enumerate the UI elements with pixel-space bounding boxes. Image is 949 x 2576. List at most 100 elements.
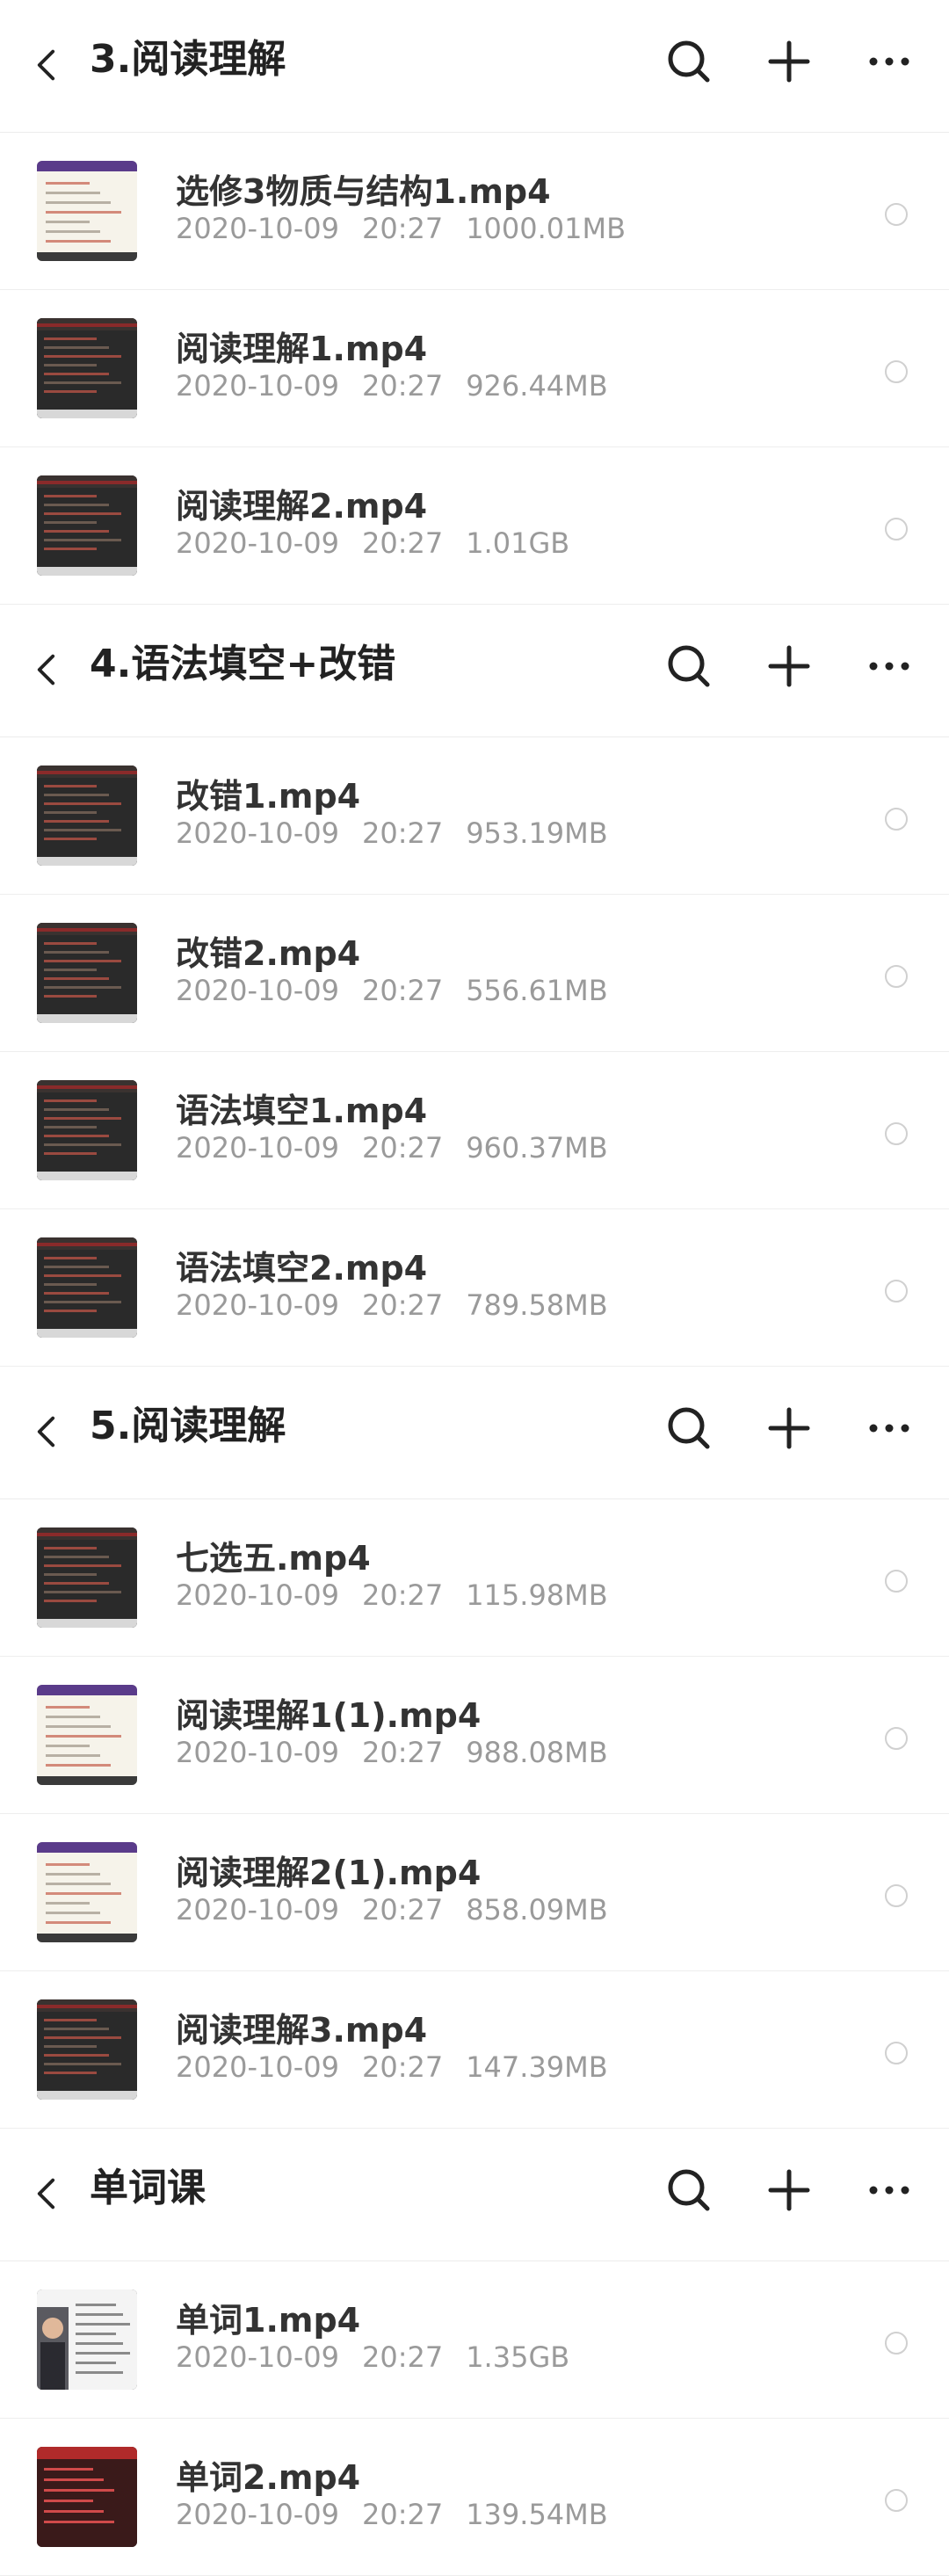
folder-section: 单词课 单词1.mp4 2020-10-09 20:27 1.35GB 单词2.mp4 20… bbox=[0, 2129, 949, 2576]
file-size: 953.19MB bbox=[466, 816, 608, 850]
file-name: 改错2.mp4 bbox=[176, 934, 361, 973]
video-thumbnail bbox=[37, 1080, 137, 1180]
radio-circle-icon[interactable] bbox=[885, 1884, 908, 1907]
file-meta: 2020-10-09 20:27 953.19MB bbox=[176, 816, 631, 850]
file-time: 20:27 bbox=[361, 1578, 444, 1612]
file-meta: 2020-10-09 20:27 858.09MB bbox=[176, 1893, 631, 1927]
file-name: 阅读理解2.mp4 bbox=[176, 487, 428, 526]
file-date: 2020-10-09 bbox=[176, 1736, 339, 1769]
file-name: 七选五.mp4 bbox=[176, 1539, 371, 1578]
chevron-left-icon[interactable] bbox=[30, 643, 65, 696]
search-icon[interactable] bbox=[663, 1402, 715, 1455]
radio-circle-icon[interactable] bbox=[885, 360, 908, 383]
more-dots-icon[interactable] bbox=[863, 35, 916, 88]
file-row[interactable]: 改错1.mp4 2020-10-09 20:27 953.19MB bbox=[0, 737, 949, 895]
folder-header-bar: 单词课 bbox=[0, 2129, 949, 2261]
file-time: 20:27 bbox=[361, 2050, 444, 2084]
file-name: 阅读理解3.mp4 bbox=[176, 2011, 428, 2050]
file-time: 20:27 bbox=[361, 1736, 444, 1769]
file-row[interactable]: 阅读理解3.mp4 2020-10-09 20:27 147.39MB bbox=[0, 1971, 949, 2129]
file-size: 926.44MB bbox=[466, 369, 608, 403]
file-row[interactable]: 阅读理解1.mp4 2020-10-09 20:27 926.44MB bbox=[0, 290, 949, 447]
folder-title: 5.阅读理解 bbox=[90, 1404, 286, 1448]
file-meta: 2020-10-09 20:27 139.54MB bbox=[176, 2498, 631, 2531]
video-thumbnail bbox=[37, 318, 137, 418]
file-date: 2020-10-09 bbox=[176, 2340, 339, 2374]
radio-circle-icon[interactable] bbox=[885, 2332, 908, 2355]
file-row[interactable]: 语法填空1.mp4 2020-10-09 20:27 960.37MB bbox=[0, 1052, 949, 1209]
radio-circle-icon[interactable] bbox=[885, 1570, 908, 1593]
file-row[interactable]: 选修3物质与结构1.mp4 2020-10-09 20:27 1000.01MB bbox=[0, 133, 949, 290]
file-date: 2020-10-09 bbox=[176, 816, 339, 850]
search-icon[interactable] bbox=[663, 2164, 715, 2217]
radio-circle-icon[interactable] bbox=[885, 1122, 908, 1145]
file-date: 2020-10-09 bbox=[176, 2498, 339, 2531]
video-thumbnail bbox=[37, 1237, 137, 1338]
file-date: 2020-10-09 bbox=[176, 526, 339, 560]
plus-icon[interactable] bbox=[763, 2164, 815, 2217]
file-row[interactable]: 单词2.mp4 2020-10-09 20:27 139.54MB bbox=[0, 2419, 949, 2576]
file-row[interactable]: 改错2.mp4 2020-10-09 20:27 556.61MB bbox=[0, 895, 949, 1052]
radio-circle-icon[interactable] bbox=[885, 808, 908, 831]
file-time: 20:27 bbox=[361, 1131, 444, 1165]
video-thumbnail bbox=[37, 161, 137, 261]
chevron-left-icon[interactable] bbox=[30, 2167, 65, 2220]
file-meta: 2020-10-09 20:27 1.35GB bbox=[176, 2340, 592, 2374]
more-dots-icon[interactable] bbox=[863, 640, 916, 693]
plus-icon[interactable] bbox=[763, 35, 815, 88]
file-size: 115.98MB bbox=[466, 1578, 608, 1612]
more-dots-icon[interactable] bbox=[863, 2164, 916, 2217]
search-icon[interactable] bbox=[663, 640, 715, 693]
file-meta: 2020-10-09 20:27 789.58MB bbox=[176, 1288, 631, 1322]
file-row[interactable]: 阅读理解2(1).mp4 2020-10-09 20:27 858.09MB bbox=[0, 1814, 949, 1971]
file-name: 单词1.mp4 bbox=[176, 2301, 361, 2340]
radio-circle-icon[interactable] bbox=[885, 2042, 908, 2064]
radio-circle-icon[interactable] bbox=[885, 1280, 908, 1303]
plus-icon[interactable] bbox=[763, 640, 815, 693]
file-size: 1000.01MB bbox=[466, 212, 627, 245]
file-date: 2020-10-09 bbox=[176, 1578, 339, 1612]
video-thumbnail bbox=[37, 2289, 137, 2390]
plus-icon[interactable] bbox=[763, 1402, 815, 1455]
file-meta: 2020-10-09 20:27 1000.01MB bbox=[176, 212, 648, 245]
folder-header-bar: 4.语法填空+改错 bbox=[0, 605, 949, 737]
file-size: 556.61MB bbox=[466, 974, 608, 1007]
search-icon[interactable] bbox=[663, 35, 715, 88]
file-time: 20:27 bbox=[361, 974, 444, 1007]
file-date: 2020-10-09 bbox=[176, 369, 339, 403]
file-date: 2020-10-09 bbox=[176, 1131, 339, 1165]
file-meta: 2020-10-09 20:27 147.39MB bbox=[176, 2050, 631, 2084]
folder-section: 3.阅读理解 选修3物质与结构1.mp4 2020-10-09 20:27 1000.0… bbox=[0, 0, 949, 605]
more-dots-icon[interactable] bbox=[863, 1402, 916, 1455]
file-row[interactable]: 七选五.mp4 2020-10-09 20:27 115.98MB bbox=[0, 1499, 949, 1657]
file-row[interactable]: 单词1.mp4 2020-10-09 20:27 1.35GB bbox=[0, 2261, 949, 2419]
file-meta: 2020-10-09 20:27 926.44MB bbox=[176, 369, 631, 403]
radio-circle-icon[interactable] bbox=[885, 518, 908, 541]
chevron-left-icon[interactable] bbox=[30, 1405, 65, 1458]
video-thumbnail bbox=[37, 766, 137, 866]
file-time: 20:27 bbox=[361, 2340, 444, 2374]
file-list: 改错1.mp4 2020-10-09 20:27 953.19MB 改错2.mp4 202… bbox=[0, 737, 949, 1367]
file-size: 789.58MB bbox=[466, 1288, 608, 1322]
file-row[interactable]: 语法填空2.mp4 2020-10-09 20:27 789.58MB bbox=[0, 1209, 949, 1367]
radio-circle-icon[interactable] bbox=[885, 1727, 908, 1750]
radio-circle-icon[interactable] bbox=[885, 2489, 908, 2512]
file-size: 960.37MB bbox=[466, 1131, 608, 1165]
folder-header-bar: 3.阅读理解 bbox=[0, 0, 949, 133]
video-thumbnail bbox=[37, 923, 137, 1023]
file-name: 阅读理解1.mp4 bbox=[176, 330, 428, 368]
folder-header-bar: 5.阅读理解 bbox=[0, 1367, 949, 1499]
radio-circle-icon[interactable] bbox=[885, 203, 908, 226]
video-thumbnail bbox=[37, 475, 137, 576]
file-list: 单词1.mp4 2020-10-09 20:27 1.35GB 单词2.mp4 2020-… bbox=[0, 2261, 949, 2576]
file-name: 改错1.mp4 bbox=[176, 777, 361, 816]
video-thumbnail bbox=[37, 1527, 137, 1628]
radio-circle-icon[interactable] bbox=[885, 965, 908, 988]
chevron-left-icon[interactable] bbox=[30, 39, 65, 91]
file-row[interactable]: 阅读理解2.mp4 2020-10-09 20:27 1.01GB bbox=[0, 447, 949, 605]
file-row[interactable]: 阅读理解1(1).mp4 2020-10-09 20:27 988.08MB bbox=[0, 1657, 949, 1814]
file-name: 语法填空2.mp4 bbox=[176, 1249, 428, 1288]
file-name: 单词2.mp4 bbox=[176, 2458, 361, 2497]
file-time: 20:27 bbox=[361, 526, 444, 560]
file-time: 20:27 bbox=[361, 212, 444, 245]
